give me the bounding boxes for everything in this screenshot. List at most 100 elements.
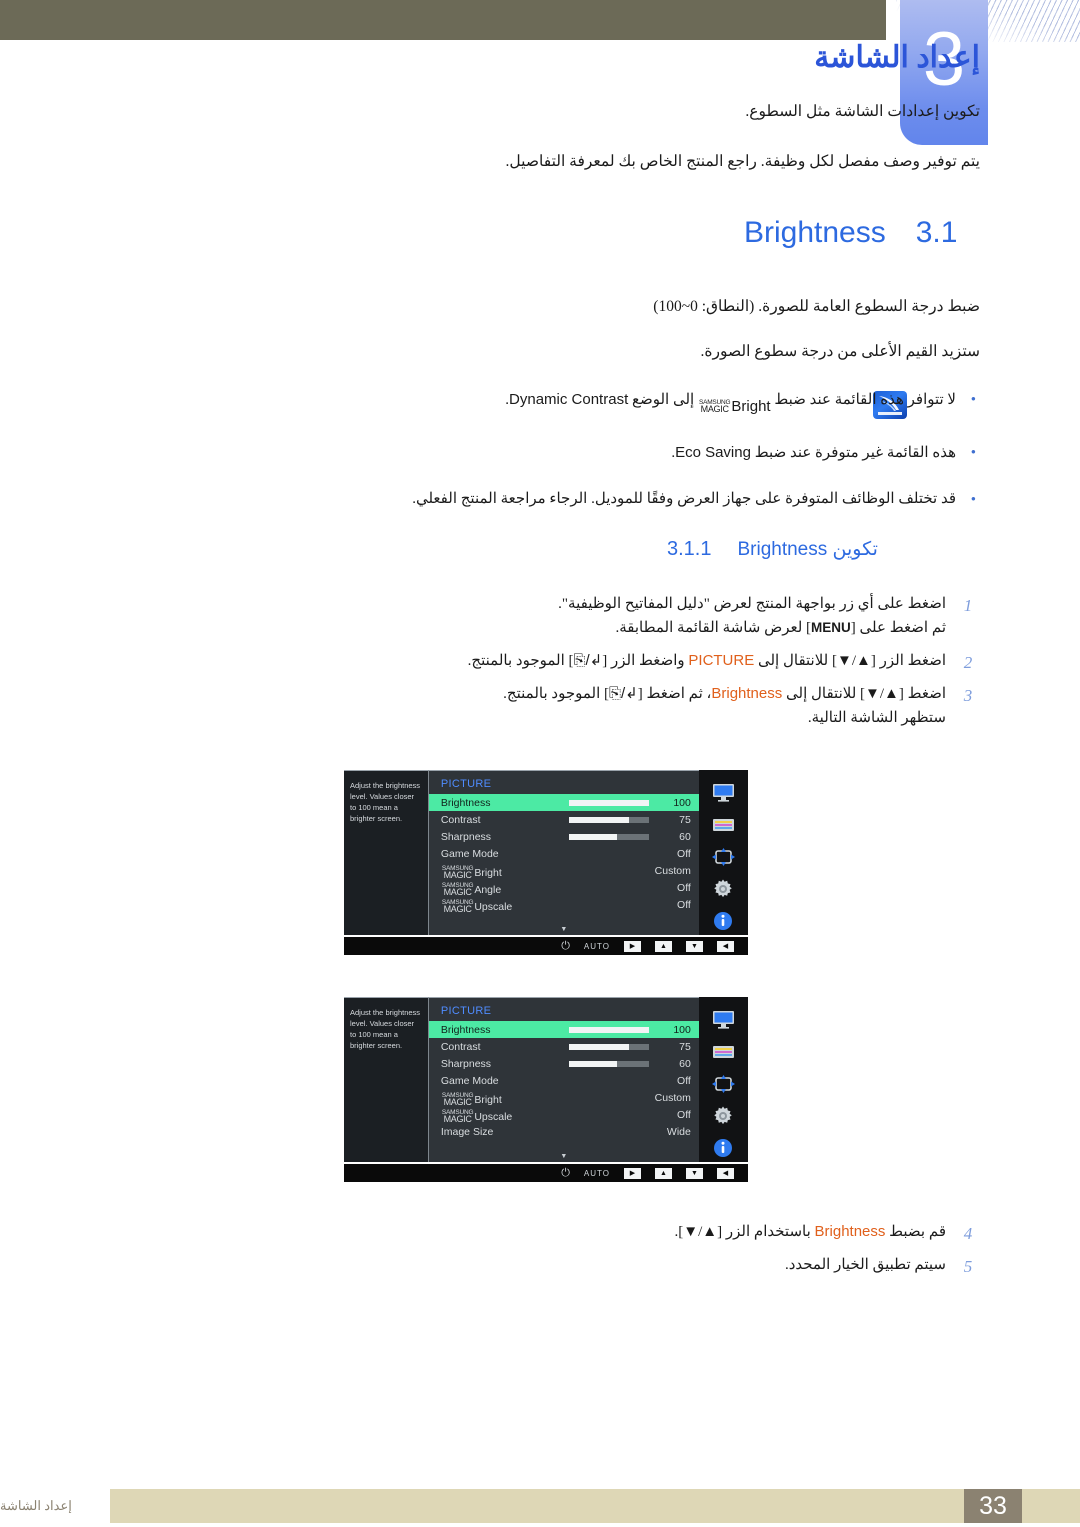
step-4: 4 قم بضبط Brightness باستخدام الزر [▲/▼]… bbox=[180, 1220, 980, 1244]
slider-track[interactable] bbox=[568, 1026, 649, 1033]
osd-rows-1: Brightness 100 Contrast 75 Sharpness 60 Game M… bbox=[428, 794, 699, 914]
osd-row-value: Off bbox=[677, 1108, 691, 1121]
osd-row[interactable]: Image Size Wide bbox=[429, 1123, 699, 1140]
osd-row-label: Brightness bbox=[440, 1023, 491, 1036]
osd-row[interactable]: Sharpness 60 bbox=[429, 1055, 699, 1072]
notes-list: لا تتوافر هذه القائمة عند ضبط SAMSUNGMAG… bbox=[180, 388, 980, 535]
osd-row-slider[interactable] bbox=[568, 816, 649, 823]
osd-row-slider[interactable] bbox=[568, 1060, 649, 1067]
osd-row-label: Contrast bbox=[440, 813, 481, 826]
osd-icon-column bbox=[698, 770, 748, 935]
enter-key-glyph: ↲/⎘ bbox=[609, 685, 638, 702]
slider-track[interactable] bbox=[568, 1043, 649, 1050]
section-body-2: ستزيد القيم الأعلى من درجة سطوع الصورة. bbox=[700, 343, 980, 360]
note-2-pre: هذه القائمة غير متوفرة عند ضبط bbox=[750, 445, 956, 462]
osd-scroll-down-icon[interactable]: ▼ bbox=[560, 1153, 567, 1160]
subsection-heading: 3.1.1 تكوين Brightness bbox=[667, 538, 878, 561]
note-item: لا تتوافر هذه القائمة عند ضبط SAMSUNGMAG… bbox=[180, 388, 980, 418]
osd-row-value: Off bbox=[677, 1074, 691, 1087]
osd-rows-2: Brightness 100 Contrast 75 Sharpness 60 Game M… bbox=[428, 1021, 699, 1140]
osd-row[interactable]: Contrast 75 bbox=[429, 1038, 699, 1055]
gear-icon[interactable] bbox=[710, 1105, 736, 1126]
magic-bottom: MAGIC bbox=[443, 903, 472, 914]
subsection-title: تكوين Brightness bbox=[737, 538, 877, 561]
osd-row[interactable]: SAMSUNG MAGIC Bright Custom bbox=[429, 862, 699, 880]
auto-label[interactable]: AUTO bbox=[584, 942, 610, 951]
chapter-title: إعداد الشاشة bbox=[814, 41, 980, 74]
gear-icon[interactable] bbox=[710, 878, 736, 899]
slider-track[interactable] bbox=[568, 799, 649, 806]
right-key[interactable]: ▶ bbox=[624, 1167, 641, 1179]
osd-row-label: Game Mode bbox=[440, 1074, 499, 1087]
osd-row-value: 60 bbox=[679, 1057, 691, 1070]
step-3-c: ] الموجود بالمنتج. bbox=[503, 686, 609, 702]
osd-row[interactable]: Brightness 100 bbox=[428, 794, 699, 811]
footer-text: إعداد الشاشة bbox=[0, 1498, 72, 1513]
left-key[interactable]: ◀ bbox=[717, 1167, 734, 1179]
left-key[interactable]: ◀ bbox=[717, 940, 734, 952]
osd-row-value: 60 bbox=[679, 830, 691, 843]
step-number: 4 bbox=[963, 1224, 973, 1243]
info-icon[interactable] bbox=[710, 1137, 736, 1158]
right-key[interactable]: ▶ bbox=[624, 940, 641, 952]
osd-row[interactable]: Sharpness 60 bbox=[429, 828, 699, 845]
note-item: قد تختلف الوظائف المتوفرة على جهاز العرض… bbox=[180, 488, 980, 513]
power-icon[interactable]: ⏻ bbox=[561, 940, 570, 952]
step-4-a: قم بضبط bbox=[885, 1224, 946, 1240]
osd-row-value: 100 bbox=[673, 1023, 691, 1036]
osd-button-bar: ⏻ AUTO ▶ ▲ ▼ ◀ bbox=[344, 937, 748, 955]
slider-track[interactable] bbox=[568, 816, 649, 823]
osd-row[interactable]: SAMSUNG MAGIC Upscale Off bbox=[429, 1105, 699, 1124]
slider-fill bbox=[568, 799, 649, 806]
enter-key-glyph: ↲/⎘ bbox=[573, 652, 603, 669]
slider-fill bbox=[568, 833, 617, 840]
monitor-icon[interactable] bbox=[710, 1009, 736, 1030]
osd-row-value: 75 bbox=[679, 813, 691, 826]
step-3-a: اضغط [▲/▼] للانتقال إلى bbox=[782, 686, 946, 702]
osd-row[interactable]: Game Mode Off bbox=[429, 845, 699, 862]
osd-row-label: SAMSUNG MAGIC Upscale bbox=[441, 895, 569, 913]
osd-row[interactable]: SAMSUNG MAGIC Bright Custom bbox=[429, 1089, 699, 1107]
step-1-line2: ثم اضغط على [MENU] لعرض شاشة القائمة الم… bbox=[180, 616, 946, 640]
slider-fill bbox=[568, 1043, 629, 1050]
osd-row-slider[interactable] bbox=[568, 1043, 649, 1050]
up-key[interactable]: ▲ bbox=[655, 940, 672, 952]
info-icon[interactable] bbox=[710, 910, 736, 931]
osd-row-slider[interactable] bbox=[568, 833, 649, 840]
magic-bottom: MAGIC bbox=[443, 1113, 472, 1124]
monitor-icon[interactable] bbox=[710, 782, 736, 803]
color-bars-icon[interactable] bbox=[710, 1041, 736, 1062]
osd-row-value: Off bbox=[677, 847, 691, 860]
step-1: 1 اضغط على أي زر بواجهة المنتج لعرض "دلي… bbox=[180, 592, 980, 640]
step-number: 5 bbox=[963, 1257, 973, 1276]
slider-track[interactable] bbox=[568, 833, 649, 840]
slider-fill bbox=[568, 1026, 649, 1033]
osd-row-slider[interactable] bbox=[568, 799, 649, 806]
section-heading: Brightness 3.1 bbox=[744, 216, 957, 250]
osd-row-label: Brightness bbox=[440, 796, 491, 809]
down-key[interactable]: ▼ bbox=[686, 940, 703, 952]
step-number: 3 bbox=[963, 686, 973, 705]
move-arrows-icon[interactable] bbox=[710, 846, 736, 867]
step-2-b: واضغط الزر [ bbox=[602, 653, 689, 669]
osd-row[interactable]: Brightness 100 bbox=[428, 1021, 699, 1038]
osd-row-slider[interactable] bbox=[568, 1026, 649, 1033]
slider-track[interactable] bbox=[568, 1060, 649, 1067]
move-arrows-icon[interactable] bbox=[710, 1073, 736, 1094]
osd-row[interactable]: Contrast 75 bbox=[429, 811, 699, 828]
osd-row-value: Off bbox=[677, 898, 691, 911]
auto-label[interactable]: AUTO bbox=[584, 1169, 610, 1178]
step-2-c: ] الموجود بالمنتج. bbox=[467, 653, 574, 669]
osd-row-label: SAMSUNG MAGIC Upscale bbox=[441, 1105, 569, 1123]
color-bars-icon[interactable] bbox=[710, 814, 736, 835]
osd-row[interactable]: SAMSUNG MAGIC Angle Off bbox=[429, 879, 699, 897]
down-key[interactable]: ▼ bbox=[686, 1167, 703, 1179]
power-icon[interactable]: ⏻ bbox=[561, 1167, 570, 1179]
note-1-en: Dynamic Contrast bbox=[509, 391, 629, 408]
step-number: 1 bbox=[963, 596, 973, 615]
up-key[interactable]: ▲ bbox=[655, 1167, 672, 1179]
osd-row[interactable]: SAMSUNG MAGIC Upscale Off bbox=[429, 895, 699, 914]
osd-scroll-down-icon[interactable]: ▼ bbox=[560, 926, 567, 933]
osd-menu-list: PICTURE Brightness 100 Contrast 75 Sharpness… bbox=[427, 770, 699, 935]
osd-row[interactable]: Game Mode Off bbox=[429, 1072, 699, 1089]
